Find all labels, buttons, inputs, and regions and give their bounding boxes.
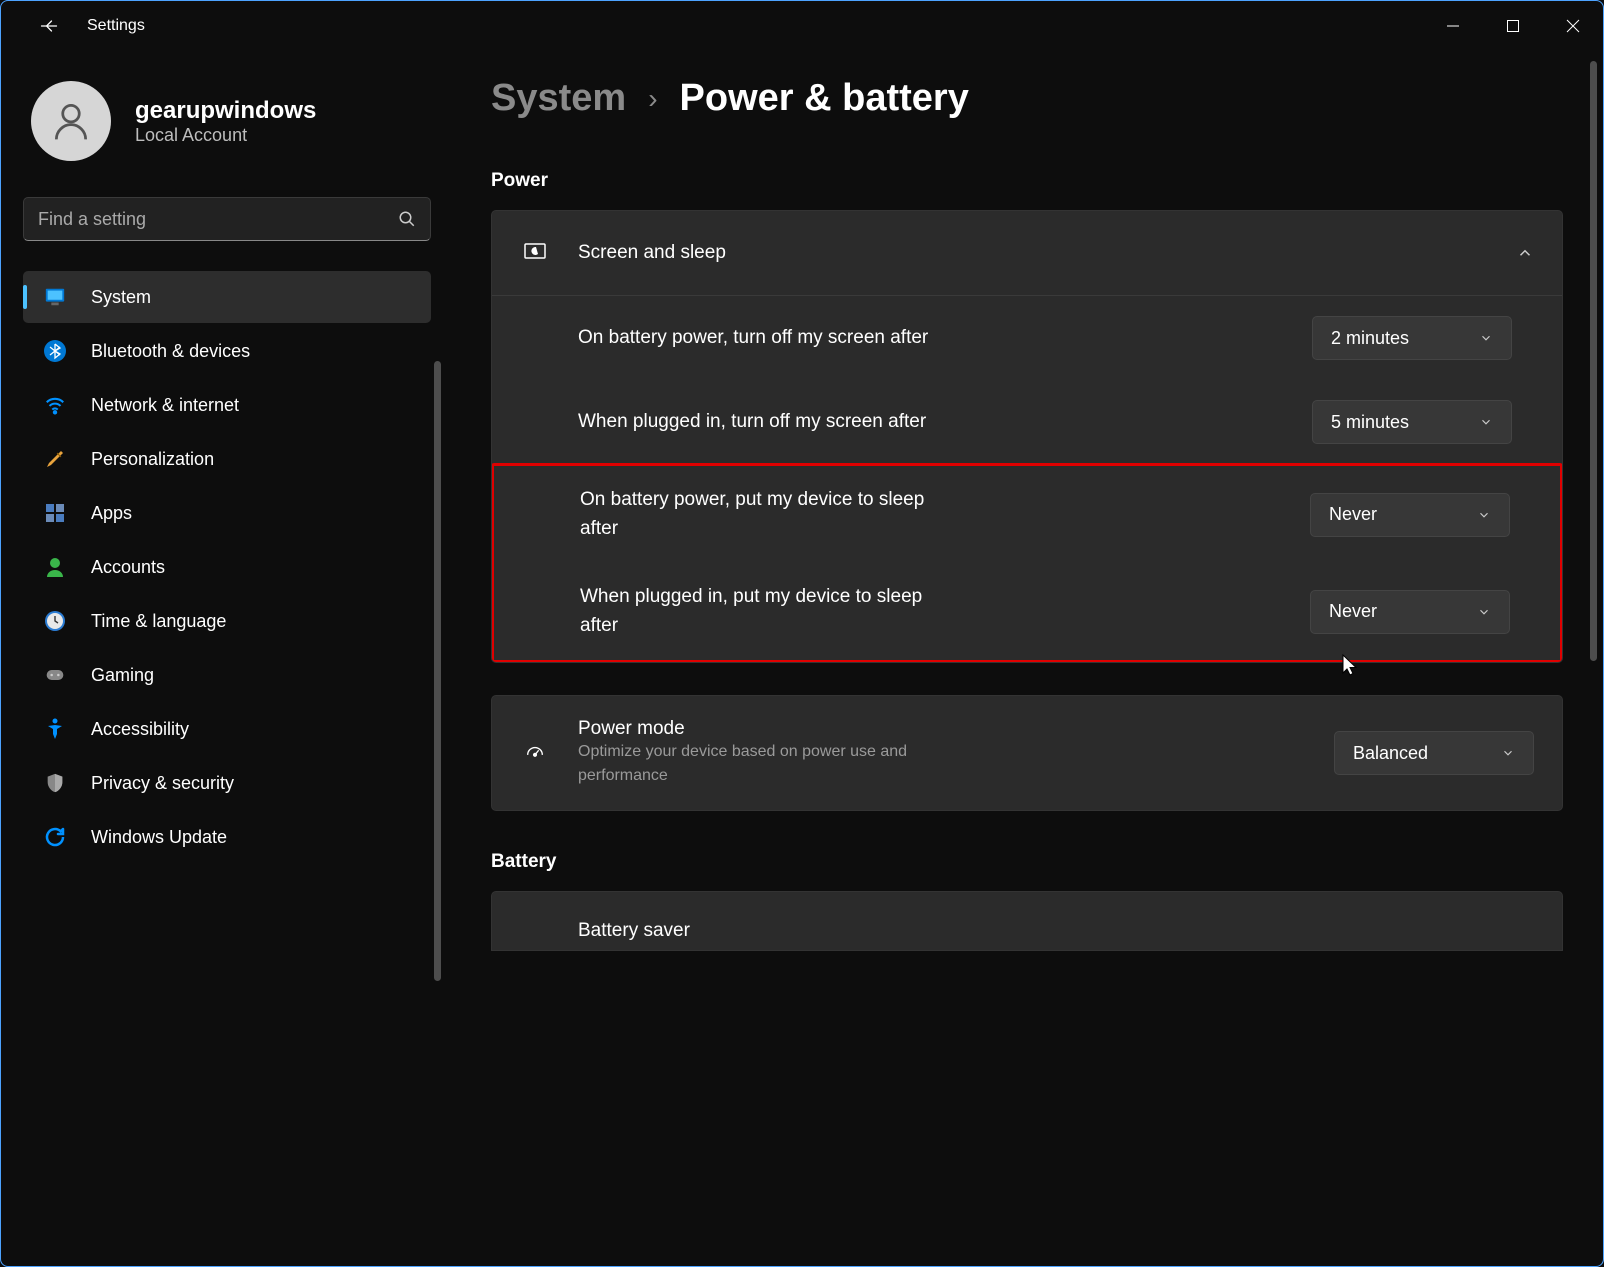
power-mode-dropdown[interactable]: Balanced xyxy=(1334,731,1534,775)
search-box[interactable] xyxy=(23,197,431,241)
chevron-down-icon xyxy=(1477,605,1491,619)
person-icon xyxy=(49,99,93,143)
close-icon xyxy=(1566,19,1580,33)
sidebar-item-label: System xyxy=(91,287,151,308)
sidebar-item-gaming[interactable]: Gaming xyxy=(23,649,431,701)
minimize-button[interactable] xyxy=(1423,1,1483,51)
screen-sleep-icon xyxy=(520,238,550,268)
shield-icon xyxy=(41,769,69,797)
back-arrow-icon xyxy=(39,16,59,36)
dropdown-value: Balanced xyxy=(1353,743,1501,764)
sleep-plugged-row: When plugged in, put my device to sleep … xyxy=(494,563,1560,660)
chevron-down-icon xyxy=(1479,331,1493,345)
bluetooth-icon xyxy=(41,337,69,365)
sidebar-item-bluetooth[interactable]: Bluetooth & devices xyxy=(23,325,431,377)
battery-saver-title: Battery saver xyxy=(578,920,1534,942)
search-icon xyxy=(398,210,416,228)
dropdown-value: Never xyxy=(1329,601,1477,622)
window-controls xyxy=(1423,1,1603,51)
user-profile[interactable]: gearupwindows Local Account xyxy=(23,81,441,161)
titlebar: Settings xyxy=(1,1,1603,51)
power-mode-title: Power mode xyxy=(578,718,1334,740)
dropdown-value: 2 minutes xyxy=(1331,328,1479,349)
accessibility-icon xyxy=(41,715,69,743)
sidebar-item-label: Privacy & security xyxy=(91,773,234,794)
sidebar-item-label: Gaming xyxy=(91,665,154,686)
user-account-type: Local Account xyxy=(135,125,316,146)
maximize-icon xyxy=(1506,19,1520,33)
dropdown-value: Never xyxy=(1329,504,1477,525)
sidebar-item-privacy[interactable]: Privacy & security xyxy=(23,757,431,809)
brush-icon xyxy=(41,445,69,473)
content-scrollbar[interactable] xyxy=(1590,61,1597,661)
power-mode-icon xyxy=(520,738,550,768)
sleep-battery-row: On battery power, put my device to sleep… xyxy=(494,466,1560,563)
update-icon xyxy=(41,823,69,851)
page-title: Power & battery xyxy=(680,77,969,120)
sidebar-item-update[interactable]: Windows Update xyxy=(23,811,431,863)
screen-off-battery-dropdown[interactable]: 2 minutes xyxy=(1312,316,1512,360)
sidebar-item-label: Bluetooth & devices xyxy=(91,341,250,362)
battery-section-title: Battery xyxy=(491,851,1563,873)
sidebar-item-label: Accessibility xyxy=(91,719,189,740)
chevron-down-icon xyxy=(1477,508,1491,522)
screen-off-plugged-row: When plugged in, turn off my screen afte… xyxy=(492,380,1562,464)
clock-icon xyxy=(41,607,69,635)
sidebar-item-apps[interactable]: Apps xyxy=(23,487,431,539)
breadcrumb: System › Power & battery xyxy=(491,77,1563,120)
sidebar-item-label: Network & internet xyxy=(91,395,239,416)
sidebar-item-label: Windows Update xyxy=(91,827,227,848)
power-mode-row: Power mode Optimize your device based on… xyxy=(491,695,1563,811)
content-area: System › Power & battery Power Screen an… xyxy=(441,51,1603,1266)
maximize-button[interactable] xyxy=(1483,1,1543,51)
sidebar-item-label: Personalization xyxy=(91,449,214,470)
close-button[interactable] xyxy=(1543,1,1603,51)
wifi-icon xyxy=(41,391,69,419)
screen-sleep-expander[interactable]: Screen and sleep xyxy=(492,211,1562,295)
avatar xyxy=(31,81,111,161)
setting-label: When plugged in, put my device to sleep … xyxy=(580,583,940,640)
gamepad-icon xyxy=(41,661,69,689)
sidebar-item-personalization[interactable]: Personalization xyxy=(23,433,431,485)
setting-label: On battery power, turn off my screen aft… xyxy=(578,324,928,353)
sidebar-item-network[interactable]: Network & internet xyxy=(23,379,431,431)
setting-label: On battery power, put my device to sleep… xyxy=(580,486,940,543)
sidebar-item-label: Apps xyxy=(91,503,132,524)
screen-off-plugged-dropdown[interactable]: 5 minutes xyxy=(1312,400,1512,444)
user-name: gearupwindows xyxy=(135,97,316,125)
power-mode-subtitle: Optimize your device based on power use … xyxy=(578,740,978,788)
power-section-title: Power xyxy=(491,170,1563,192)
sidebar-item-system[interactable]: System xyxy=(23,271,431,323)
sidebar-item-time[interactable]: Time & language xyxy=(23,595,431,647)
sidebar: gearupwindows Local Account System Bluet… xyxy=(1,51,441,1266)
setting-label: When plugged in, turn off my screen afte… xyxy=(578,408,926,437)
search-input[interactable] xyxy=(38,209,398,230)
sidebar-item-label: Time & language xyxy=(91,611,226,632)
account-icon xyxy=(41,553,69,581)
sidebar-item-label: Accounts xyxy=(91,557,165,578)
chevron-right-icon: › xyxy=(648,83,657,115)
sidebar-item-accessibility[interactable]: Accessibility xyxy=(23,703,431,755)
highlight-annotation: On battery power, put my device to sleep… xyxy=(491,463,1563,663)
battery-saver-card[interactable]: Battery saver xyxy=(491,891,1563,951)
chevron-up-icon xyxy=(1516,244,1534,262)
dropdown-value: 5 minutes xyxy=(1331,412,1479,433)
sidebar-item-accounts[interactable]: Accounts xyxy=(23,541,431,593)
minimize-icon xyxy=(1446,19,1460,33)
back-button[interactable] xyxy=(29,6,69,46)
screen-sleep-title: Screen and sleep xyxy=(578,242,1516,264)
nav-list: System Bluetooth & devices Network & int… xyxy=(23,271,441,863)
sidebar-scrollbar[interactable] xyxy=(434,361,441,981)
chevron-down-icon xyxy=(1501,746,1515,760)
monitor-icon xyxy=(41,283,69,311)
sleep-battery-dropdown[interactable]: Never xyxy=(1310,493,1510,537)
breadcrumb-parent[interactable]: System xyxy=(491,77,626,120)
sleep-plugged-dropdown[interactable]: Never xyxy=(1310,590,1510,634)
apps-icon xyxy=(41,499,69,527)
app-title: Settings xyxy=(87,17,145,35)
screen-sleep-card: Screen and sleep On battery power, turn … xyxy=(491,210,1563,663)
chevron-down-icon xyxy=(1479,415,1493,429)
screen-off-battery-row: On battery power, turn off my screen aft… xyxy=(492,296,1562,380)
